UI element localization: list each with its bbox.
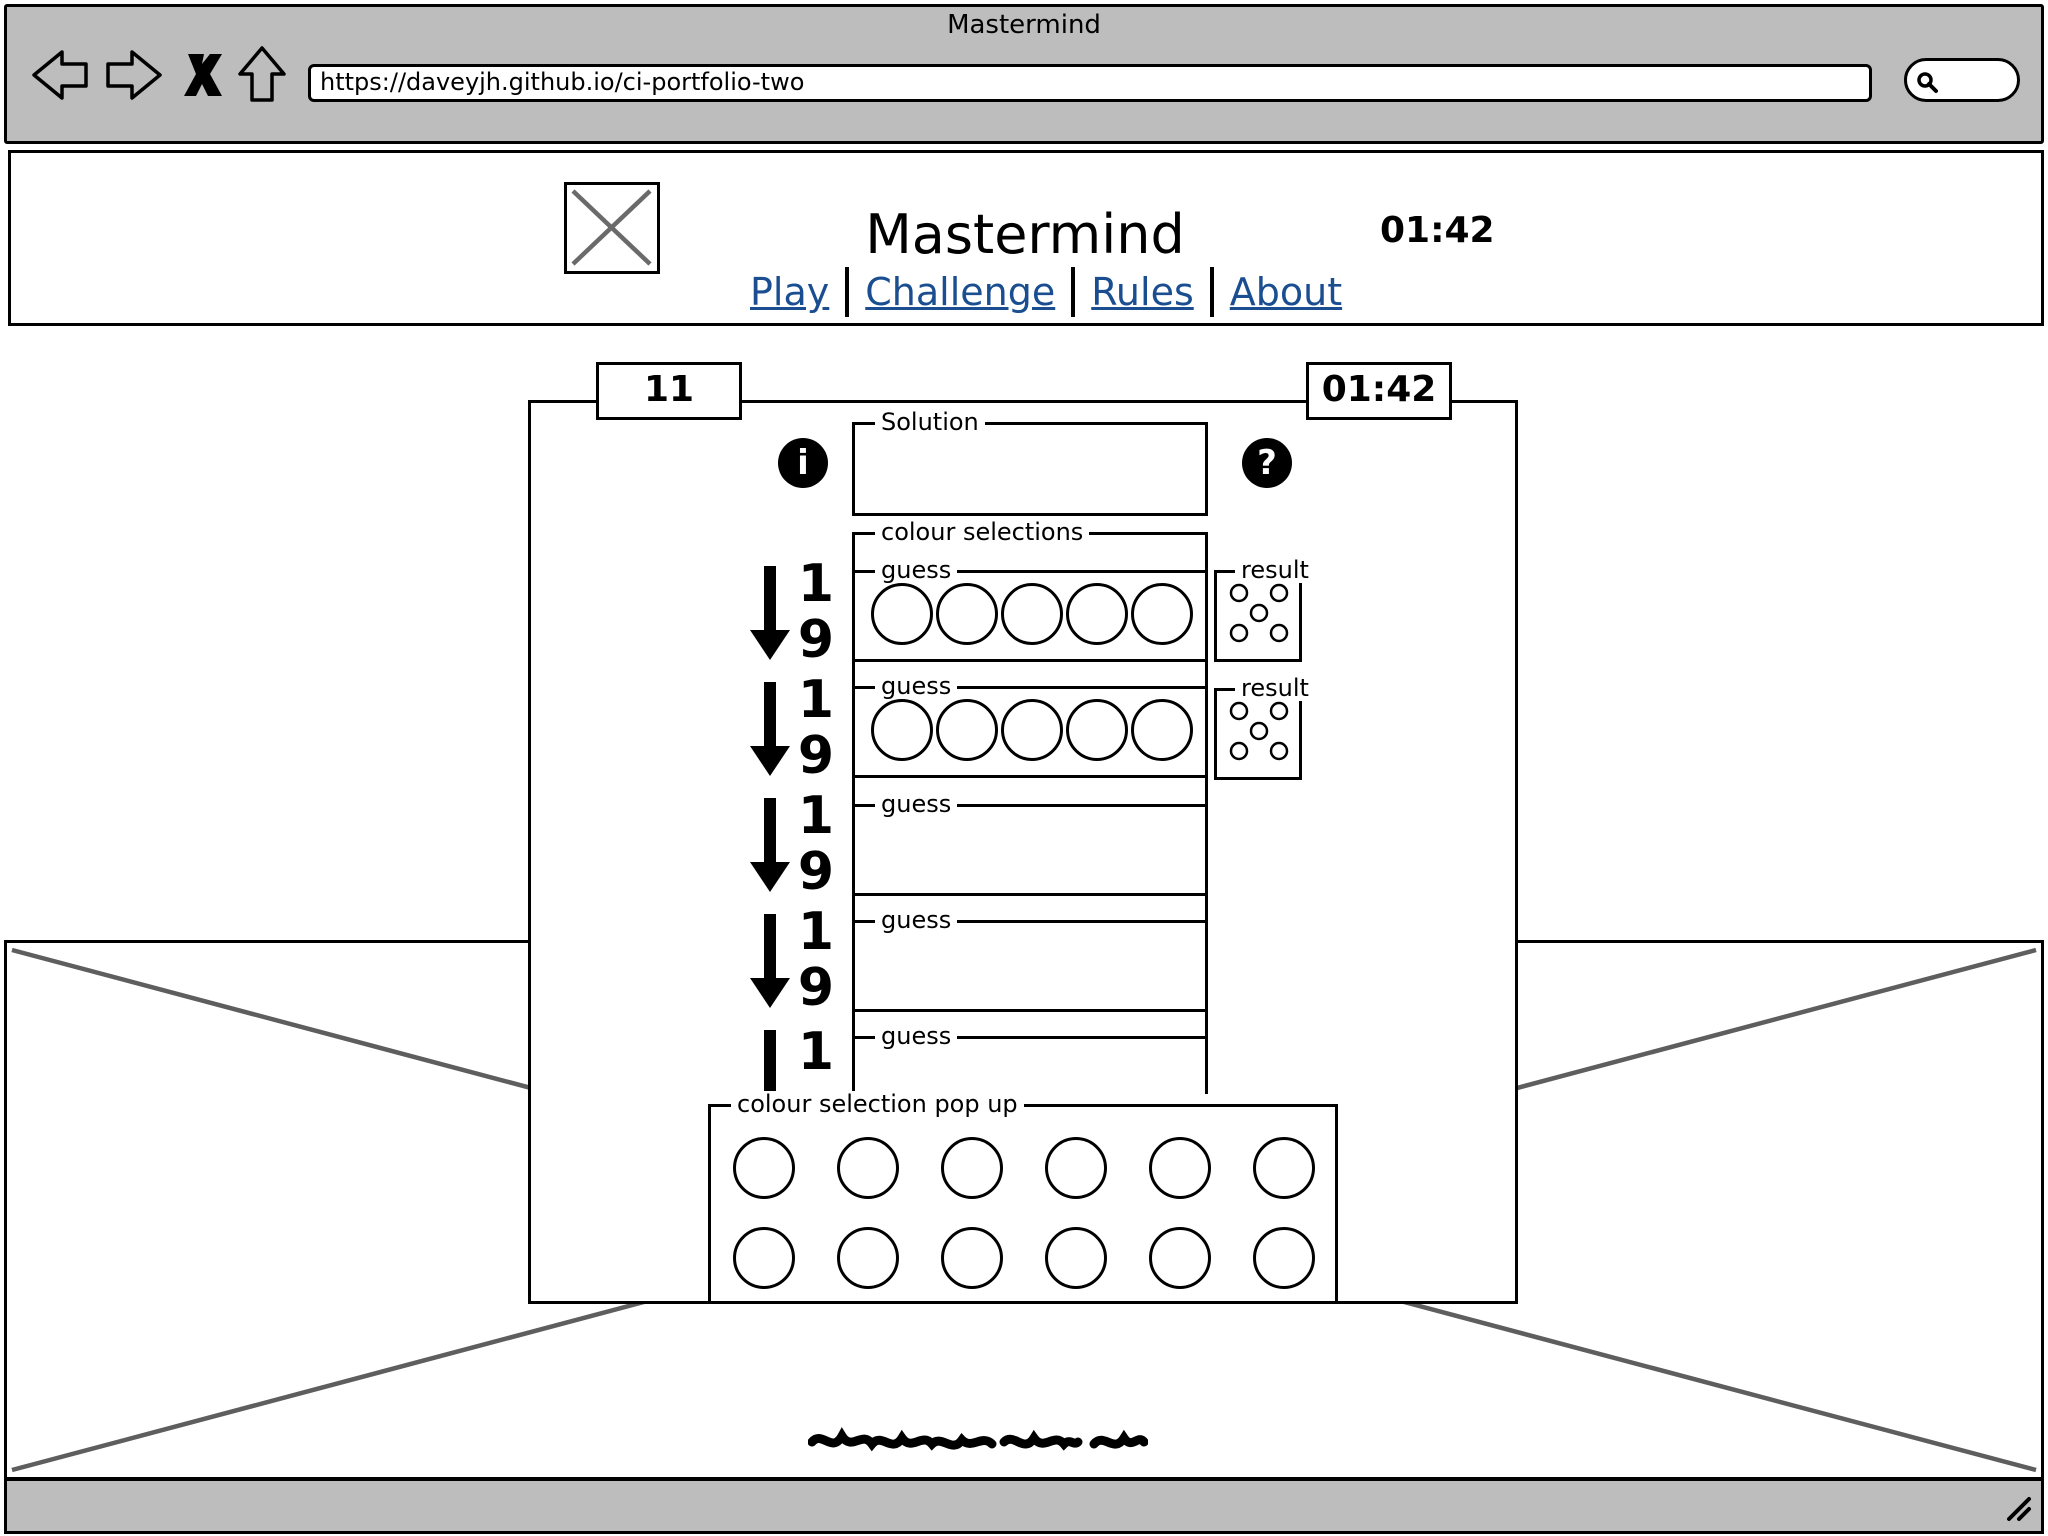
guess-row: guess — [852, 907, 1208, 1012]
row-number-bottom: 9 — [797, 610, 835, 670]
guess-row: guess — [852, 1023, 1208, 1094]
colour-popup-label: colour selection pop up — [731, 1091, 1024, 1117]
guess-label: guess — [875, 907, 958, 933]
stop-icon[interactable] — [184, 54, 222, 96]
down-arrow-icon — [750, 566, 790, 660]
guess-peg-slot[interactable] — [1001, 583, 1063, 645]
address-bar-url: https://daveyjh.github.io/ci-portfolio-t… — [320, 68, 805, 96]
nav-separator — [1209, 267, 1214, 317]
row-number-range-partial: 1 — [748, 1028, 858, 1092]
guess-peg-slot[interactable] — [1131, 583, 1193, 645]
browser-search-field[interactable] — [1904, 58, 2020, 102]
colour-option[interactable] — [1045, 1227, 1107, 1289]
result-pegs — [1229, 583, 1289, 643]
colour-option[interactable] — [837, 1227, 899, 1289]
guess-peg-slot[interactable] — [1066, 583, 1128, 645]
row-number-bottom: 9 — [797, 726, 835, 786]
nav-play-link[interactable]: Play — [750, 270, 829, 314]
row-number-range: 1 9 — [796, 556, 836, 668]
row-number-top: 1 — [797, 786, 835, 846]
colour-option[interactable] — [733, 1137, 795, 1199]
guess-row: guess — [852, 557, 1208, 662]
guess-peg-slot[interactable] — [871, 699, 933, 761]
guess-count-badge: 11 — [596, 362, 742, 420]
game-timer-badge: 01:42 — [1306, 362, 1452, 420]
search-icon — [1917, 72, 1938, 93]
row-number-top: 1 — [797, 1028, 835, 1082]
solution-box: Solution — [852, 409, 1208, 516]
guess-peg-slot[interactable] — [936, 583, 998, 645]
colour-option[interactable] — [1149, 1227, 1211, 1289]
result-box: result — [1214, 557, 1315, 662]
row-number-bottom: 9 — [797, 958, 835, 1018]
solution-label: Solution — [875, 409, 985, 435]
browser-nav-icons — [32, 46, 286, 102]
row-number-range: 1 9 — [796, 904, 836, 1016]
nav-separator — [1071, 267, 1076, 317]
guess-label: guess — [875, 557, 958, 583]
guess-row: guess — [852, 791, 1208, 896]
site-title: Mastermind — [865, 203, 1185, 266]
logo-image-placeholder — [564, 182, 660, 274]
nav-about-link[interactable]: About — [1230, 270, 1342, 314]
colour-option[interactable] — [1045, 1137, 1107, 1199]
colour-option[interactable] — [1253, 1137, 1315, 1199]
main-nav: Play Challenge Rules About — [750, 264, 1342, 320]
result-box: result — [1214, 675, 1315, 780]
browser-status-bar — [4, 1478, 2044, 1534]
guess-peg-slot[interactable] — [871, 583, 933, 645]
down-arrow-icon — [750, 682, 790, 776]
row-number-range: 1 9 — [796, 672, 836, 784]
footer-text-scribble — [808, 1427, 1148, 1452]
image-placeholder-icon — [571, 189, 652, 266]
window-title: Mastermind — [947, 10, 1101, 40]
down-arrow-icon — [750, 914, 790, 1008]
row-number-top: 1 — [797, 670, 835, 730]
guess-peg-slot[interactable] — [1066, 699, 1128, 761]
guess-peg-slot[interactable] — [1001, 699, 1063, 761]
row-number-bottom: 9 — [797, 842, 835, 902]
row-number-top: 1 — [797, 554, 835, 614]
down-arrow-icon — [750, 798, 790, 892]
row-number-range: 1 9 — [796, 788, 836, 900]
home-icon[interactable] — [238, 46, 286, 102]
guess-label: guess — [875, 1023, 958, 1049]
colour-option[interactable] — [733, 1227, 795, 1289]
guess-label: guess — [875, 673, 958, 699]
colour-option[interactable] — [1253, 1227, 1315, 1289]
result-pegs — [1229, 701, 1289, 761]
info-icon[interactable]: i — [778, 438, 828, 488]
nav-rules-link[interactable]: Rules — [1091, 270, 1194, 314]
colour-selections-label: colour selections — [875, 519, 1090, 545]
forward-icon[interactable] — [106, 50, 162, 100]
colour-option[interactable] — [941, 1227, 1003, 1289]
guess-row: guess — [852, 673, 1208, 778]
header-timer: 01:42 — [1380, 210, 1495, 251]
colour-option[interactable] — [941, 1137, 1003, 1199]
row-number-top: 1 — [797, 902, 835, 962]
help-icon[interactable]: ? — [1242, 438, 1292, 488]
colour-option[interactable] — [837, 1137, 899, 1199]
colour-selection-popup: colour selection pop up — [708, 1091, 1338, 1304]
guess-peg-slot[interactable] — [936, 699, 998, 761]
guess-peg-slot[interactable] — [1131, 699, 1193, 761]
down-arrow-icon — [764, 1030, 776, 1092]
resize-grip-icon[interactable] — [2003, 1493, 2033, 1523]
guess-label: guess — [875, 791, 958, 817]
back-icon[interactable] — [32, 50, 88, 100]
colour-option[interactable] — [1149, 1137, 1211, 1199]
nav-separator — [845, 267, 850, 317]
nav-challenge-link[interactable]: Challenge — [865, 270, 1055, 314]
